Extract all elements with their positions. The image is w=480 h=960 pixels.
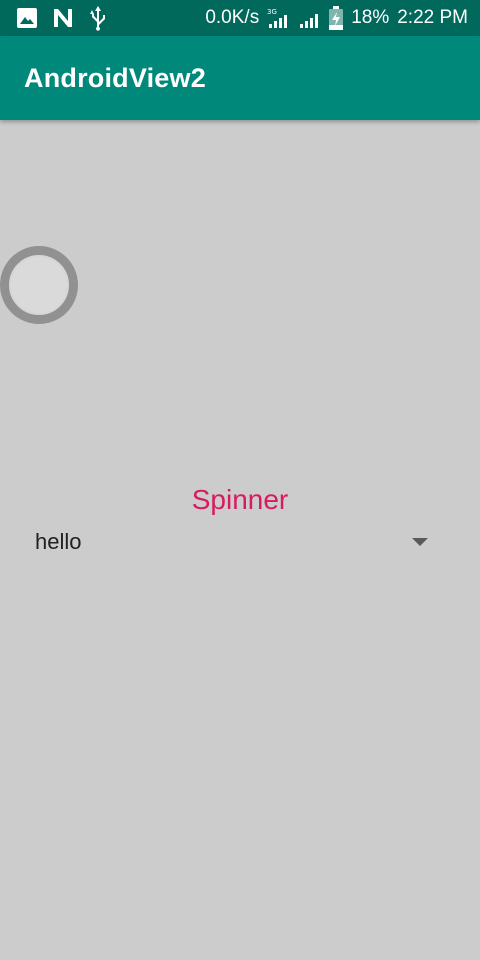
dropdown-arrow-icon [412,538,428,546]
status-bar-system: 0.0K/s 3G 18% 2:22 PM [205,0,468,36]
image-icon [16,7,38,29]
n-notification-icon [52,7,74,29]
net-speed: 0.0K/s [205,7,260,28]
status-bar-notifications [16,5,108,31]
app-bar: AndroidView2 [0,36,480,120]
circular-progress [0,246,78,324]
status-bar: 0.0K/s 3G 18% 2:22 PM [0,0,480,36]
signal-icon [299,7,321,29]
spinner-dropdown[interactable]: hello [20,520,460,564]
clock: 2:22 PM [397,7,468,28]
battery-charging-icon [329,6,344,30]
progress-ring-inner [11,257,67,313]
battery-percent: 18% [351,7,390,28]
spinner-selected-value: hello [35,529,82,554]
network-type-label: 3G [267,8,277,16]
spinner-title: Spinner [191,484,289,515]
signal-3g-icon: 3G [267,7,291,29]
app-title: AndroidView2 [24,62,206,93]
usb-icon [88,5,108,31]
